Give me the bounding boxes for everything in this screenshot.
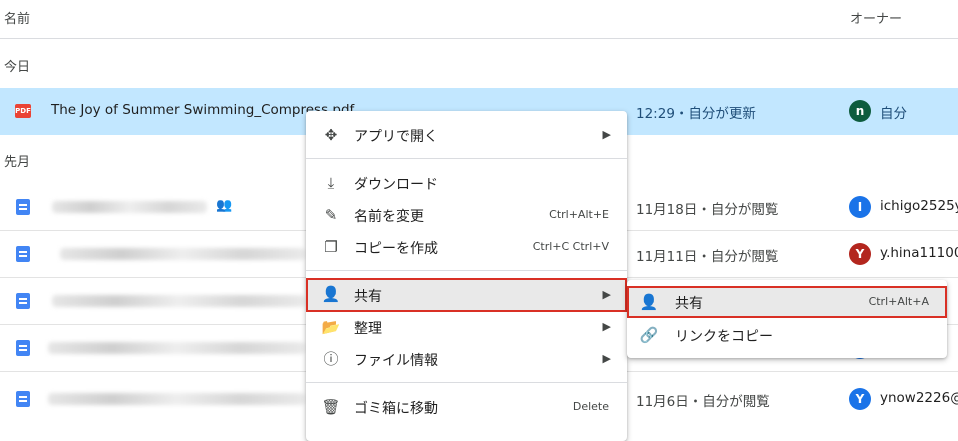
- chevron-right-icon: ▶: [602, 320, 611, 333]
- redacted-file-name: [48, 342, 305, 354]
- owner-name: ynow2226@: [880, 390, 958, 406]
- copy-icon: ❐: [324, 238, 338, 256]
- file-list-header: 名前 オーナー: [0, 0, 958, 39]
- doc-file-icon: [16, 199, 30, 215]
- rename-icon: ✎: [324, 206, 338, 224]
- divider: [306, 158, 627, 159]
- owner-name: 自分: [880, 106, 907, 122]
- menu-item-label: アプリで開く: [354, 129, 438, 145]
- menu-item-label: ダウンロード: [354, 177, 438, 193]
- move-icon: ✥: [324, 126, 338, 144]
- redacted-file-name: [48, 393, 305, 405]
- owner-avatar: Y: [849, 243, 871, 265]
- submenu-item-share[interactable]: 👤 共有 Ctrl+Alt+A: [627, 286, 947, 318]
- chevron-right-icon: ▶: [602, 128, 611, 141]
- menu-item-label: 整理: [354, 321, 382, 337]
- doc-file-icon: [16, 293, 30, 309]
- menu-item-make-copy[interactable]: ❐ コピーを作成 Ctrl+C Ctrl+V: [306, 231, 627, 263]
- owner-name: y.hina111006: [880, 245, 958, 261]
- share-submenu: 👤 共有 Ctrl+Alt+A 🔗 リンクをコピー: [627, 280, 947, 358]
- menu-item-label: 共有: [354, 289, 382, 305]
- people-icon: 👥: [216, 198, 233, 213]
- menu-item-rename[interactable]: ✎ 名前を変更 Ctrl+Alt+E: [306, 199, 627, 231]
- menu-item-open-with[interactable]: ✥ アプリで開く ▶: [306, 119, 627, 151]
- chevron-right-icon: ▶: [602, 352, 611, 365]
- section-last-month: 先月: [4, 155, 31, 170]
- submenu-item-copy-link[interactable]: 🔗 リンクをコピー: [627, 319, 947, 351]
- menu-item-label: コピーを作成: [354, 241, 438, 257]
- menu-item-label: ファイル情報: [354, 353, 438, 369]
- modified-info: 11月6日・自分が閲覧: [636, 394, 770, 410]
- doc-file-icon: [16, 340, 30, 356]
- person-add-icon: 👤: [321, 285, 341, 303]
- modified-info: 11月11日・自分が閲覧: [636, 249, 779, 265]
- menu-item-trash[interactable]: 🗑 ゴミ箱に移動 Delete: [306, 391, 627, 423]
- menu-item-label: 名前を変更: [354, 209, 424, 225]
- menu-shortcut: Ctrl+Alt+E: [549, 208, 609, 221]
- menu-item-label: ゴミ箱に移動: [354, 401, 438, 417]
- info-icon: ⓘ: [323, 350, 339, 368]
- redacted-file-name: [52, 295, 305, 307]
- owner-avatar: n: [849, 100, 871, 122]
- owner-column-header[interactable]: オーナー: [850, 8, 902, 27]
- menu-shortcut: Ctrl+Alt+A: [868, 295, 929, 308]
- menu-item-organize[interactable]: 📂 整理 ▶: [306, 311, 627, 343]
- folder-icon: 📂: [321, 318, 341, 336]
- name-column-header[interactable]: 名前: [4, 8, 30, 27]
- divider: [306, 382, 627, 383]
- redacted-file-name: [60, 248, 305, 260]
- section-today: 今日: [4, 60, 31, 75]
- menu-item-file-info[interactable]: ⓘ ファイル情報 ▶: [306, 343, 627, 375]
- redacted-file-name: [52, 201, 207, 213]
- download-icon: ⤓: [327, 174, 335, 192]
- owner-avatar: I: [849, 196, 871, 218]
- doc-file-icon: [16, 246, 30, 262]
- pdf-file-icon: PDF: [15, 104, 31, 118]
- menu-item-label: リンクをコピー: [675, 329, 773, 345]
- menu-shortcut: Ctrl+C Ctrl+V: [532, 240, 609, 253]
- trash-icon: 🗑: [321, 398, 341, 416]
- menu-item-download[interactable]: ⤓ ダウンロード: [306, 167, 627, 199]
- doc-file-icon: [16, 391, 30, 407]
- owner-avatar: Y: [849, 388, 871, 410]
- link-icon: 🔗: [639, 326, 659, 344]
- chevron-right-icon: ▶: [602, 288, 611, 301]
- person-add-icon: 👤: [639, 293, 659, 311]
- divider: [306, 270, 627, 271]
- menu-shortcut: Delete: [572, 400, 609, 413]
- context-menu: ✥ アプリで開く ▶ ⤓ ダウンロード ✎ 名前を変更 Ctrl+Alt+E ❐…: [306, 111, 627, 441]
- modified-info: 11月18日・自分が閲覧: [636, 202, 779, 218]
- menu-item-label: 共有: [675, 296, 703, 312]
- owner-name: ichigo2525ya: [880, 198, 958, 214]
- modified-info: 12:29・自分が更新: [636, 106, 756, 122]
- menu-item-share[interactable]: 👤 共有 ▶: [306, 278, 627, 312]
